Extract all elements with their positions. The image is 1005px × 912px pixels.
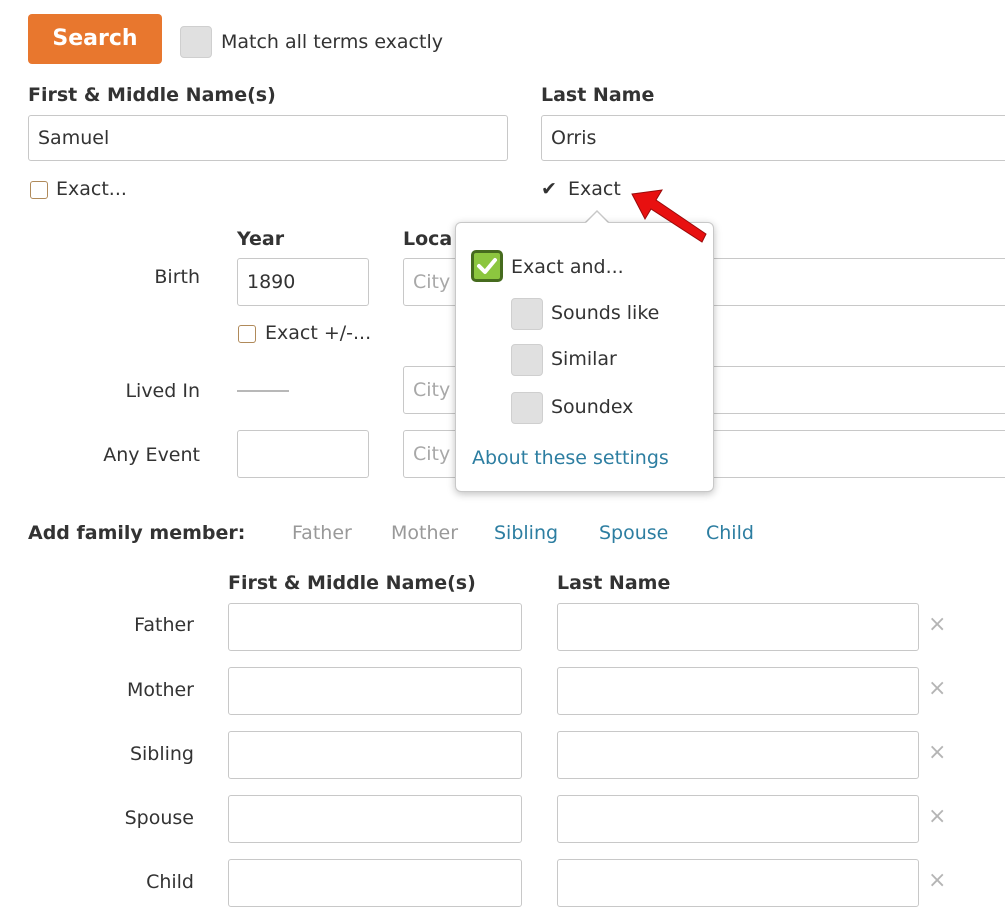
first-name-input[interactable]: Samuel	[28, 115, 508, 161]
child-first-input[interactable]	[228, 859, 522, 907]
spouse-last-input[interactable]	[557, 795, 919, 843]
remove-father-icon[interactable]: ×	[928, 612, 946, 637]
first-name-exact-checkbox[interactable]	[30, 181, 48, 199]
birth-exact-label[interactable]: Exact +/-...	[265, 322, 371, 344]
similar-label: Similar	[551, 348, 617, 370]
lived-in-year-dash	[237, 390, 289, 392]
child-last-input[interactable]	[557, 859, 919, 907]
family-first-header: First & Middle Name(s)	[228, 572, 476, 594]
birth-location-placeholder: City	[413, 271, 451, 293]
any-event-location-placeholder: City	[413, 443, 451, 465]
add-father-link: Father	[292, 522, 352, 544]
similar-checkbox[interactable]	[511, 344, 543, 376]
remove-mother-icon[interactable]: ×	[928, 676, 946, 701]
father-row-label: Father	[134, 614, 194, 636]
check-icon	[477, 258, 497, 274]
popover-caret-inner	[586, 212, 608, 223]
mother-first-input[interactable]	[228, 667, 522, 715]
year-header: Year	[237, 228, 285, 250]
any-event-label: Any Event	[103, 444, 200, 466]
add-spouse-link[interactable]: Spouse	[599, 522, 668, 544]
birth-year-input[interactable]: 1890	[237, 258, 369, 306]
last-name-input[interactable]: Orris	[541, 115, 1005, 161]
first-name-exact-label[interactable]: Exact...	[56, 178, 127, 200]
add-family-label: Add family member:	[28, 522, 246, 544]
search-button[interactable]: Search	[28, 14, 162, 64]
remove-child-icon[interactable]: ×	[928, 868, 946, 893]
father-first-input[interactable]	[228, 603, 522, 651]
add-sibling-link[interactable]: Sibling	[494, 522, 558, 544]
lived-in-location-placeholder: City	[413, 379, 451, 401]
red-arrow-icon	[631, 189, 707, 243]
sounds-like-label: Sounds like	[551, 302, 660, 324]
remove-sibling-icon[interactable]: ×	[928, 740, 946, 765]
about-settings-link[interactable]: About these settings	[472, 447, 669, 469]
add-child-link[interactable]: Child	[706, 522, 754, 544]
sibling-last-input[interactable]	[557, 731, 919, 779]
father-last-input[interactable]	[557, 603, 919, 651]
first-name-label: First & Middle Name(s)	[28, 84, 276, 106]
birth-exact-checkbox[interactable]	[238, 325, 256, 343]
birth-label: Birth	[154, 266, 200, 288]
spouse-row-label: Spouse	[124, 807, 194, 829]
sibling-row-label: Sibling	[129, 743, 194, 765]
last-name-label: Last Name	[541, 84, 655, 106]
sounds-like-checkbox[interactable]	[511, 298, 543, 330]
location-header: Loca	[403, 228, 453, 250]
last-name-exact-toggle[interactable]: Exact	[568, 178, 621, 200]
lived-in-label: Lived In	[125, 380, 200, 402]
birth-year-value: 1890	[247, 271, 296, 293]
mother-last-input[interactable]	[557, 667, 919, 715]
exact-and-checkbox[interactable]	[471, 250, 503, 282]
any-event-year-input[interactable]	[237, 430, 369, 478]
family-last-header: Last Name	[557, 572, 671, 594]
mother-row-label: Mother	[126, 679, 194, 701]
first-name-value: Samuel	[38, 127, 110, 149]
add-mother-link: Mother	[391, 522, 459, 544]
spouse-first-input[interactable]	[228, 795, 522, 843]
sibling-first-input[interactable]	[228, 731, 522, 779]
remove-spouse-icon[interactable]: ×	[928, 804, 946, 829]
match-all-label: Match all terms exactly	[221, 31, 443, 53]
soundex-label: Soundex	[551, 396, 634, 418]
soundex-checkbox[interactable]	[511, 392, 543, 424]
exact-and-label: Exact and...	[511, 256, 624, 278]
match-all-checkbox[interactable]	[180, 26, 212, 58]
last-name-value: Orris	[551, 127, 597, 149]
checkmark-icon: ✔	[541, 178, 557, 200]
child-row-label: Child	[146, 871, 194, 893]
